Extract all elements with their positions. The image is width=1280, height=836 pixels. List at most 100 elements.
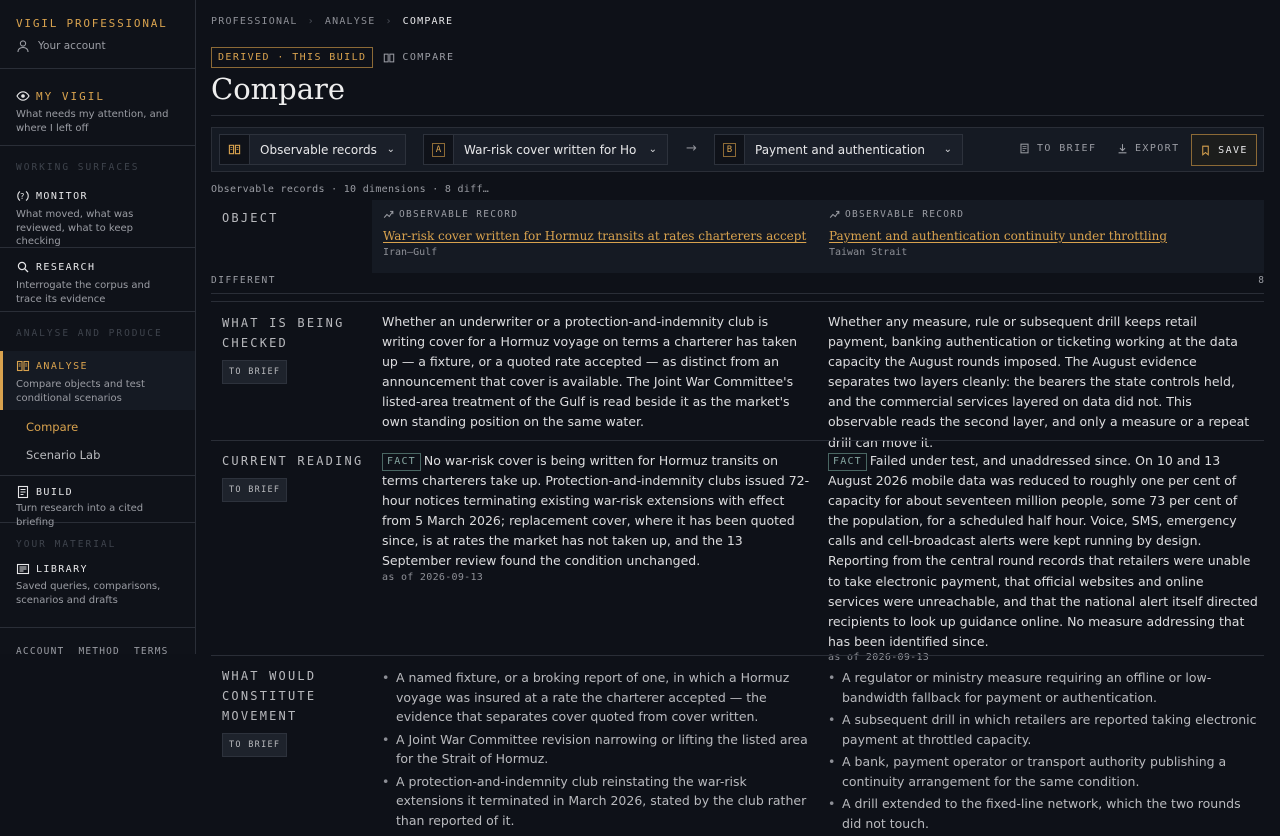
section-working-surfaces: WORKING SURFACES xyxy=(16,162,140,173)
nav-research[interactable]: RESEARCH Interrogate the corpus and trac… xyxy=(0,248,195,312)
arrow-right-icon: → xyxy=(686,141,697,156)
object-b-kind: OBSERVABLE RECORD xyxy=(845,209,965,220)
eye-icon xyxy=(16,91,30,101)
subnav-compare[interactable]: Compare xyxy=(0,413,195,441)
chevron-down-icon: ⌄ xyxy=(386,144,395,155)
footer-terms-link[interactable]: TERMS xyxy=(134,646,169,657)
nav-library[interactable]: LIBRARY Saved queries, comparisons, scen… xyxy=(0,562,195,628)
list-item: A named fixture, or a broking report of … xyxy=(382,668,812,727)
fact-badge: FACT xyxy=(382,453,421,471)
nav-research-sub: Interrogate the corpus and trace its evi… xyxy=(16,280,151,305)
page-title: Compare xyxy=(211,72,346,106)
object-b-badge: B xyxy=(722,142,737,157)
user-icon xyxy=(17,40,29,53)
library-icon xyxy=(16,563,30,575)
nav-research-label: RESEARCH xyxy=(36,261,96,273)
breadcrumb-compare: COMPARE xyxy=(402,16,454,27)
list-item: A protection-and-indemnity club reinstat… xyxy=(382,772,812,831)
breadcrumb: PROFESSIONAL › ANALYSE › COMPARE xyxy=(211,16,453,27)
account-label: Your account xyxy=(38,40,106,52)
different-group-header[interactable]: DIFFERENT 8 xyxy=(211,274,1264,294)
different-count: 8 xyxy=(1258,275,1264,286)
checked-a-text: Whether an underwriter or a protection-a… xyxy=(382,314,798,430)
list-item: A bank, payment operator or transport au… xyxy=(828,752,1258,791)
movement-a-list: A named fixture, or a broking report of … xyxy=(382,668,812,833)
nav-my-vigil-sub: What needs my attention, and where I lef… xyxy=(16,109,169,134)
breadcrumb-separator: › xyxy=(385,16,393,27)
different-label: DIFFERENT xyxy=(211,275,276,286)
object-b-select[interactable]: B Payment and authentication continuity … xyxy=(714,134,963,165)
checked-b-text: Whether any measure, rule or subsequent … xyxy=(828,314,1250,450)
title-divider xyxy=(211,115,1264,116)
nav-library-sub: Saved queries, comparisons, scenarios an… xyxy=(16,581,161,606)
nav-build-label: BUILD xyxy=(36,486,74,498)
object-a-cell: OBSERVABLE RECORD War-risk cover written… xyxy=(372,200,818,273)
dimension-label: CURRENT READING TO BRIEF xyxy=(222,451,363,502)
dimension-label: WHAT IS BEING CHECKED TO BRIEF xyxy=(222,313,345,384)
reading-b-text: Failed under test, and unaddressed since… xyxy=(828,453,1258,649)
nav-monitor[interactable]: ? MONITOR What moved, what was reviewed,… xyxy=(0,173,195,248)
object-a-select[interactable]: A War-risk cover written for Hormuz tran… xyxy=(423,134,668,165)
object-row-label: OBJECT xyxy=(222,211,279,225)
document-icon xyxy=(17,485,29,499)
header-tags: DERIVED · THIS BUILD COMPARE xyxy=(211,47,454,68)
columns-icon xyxy=(16,360,30,372)
object-b-cell: OBSERVABLE RECORD Payment and authentica… xyxy=(818,200,1264,273)
columns-icon xyxy=(228,144,241,155)
object-a-link[interactable]: War-risk cover written for Hormuz transi… xyxy=(383,229,807,243)
reading-a-text: No war-risk cover is being written for H… xyxy=(382,453,810,569)
chevron-down-icon: ⌄ xyxy=(648,144,657,155)
footer-links: ACCOUNT METHOD TERMS xyxy=(0,628,195,675)
reading-a-cell: FACT No war-risk cover is being written f… xyxy=(382,451,812,584)
object-b-link[interactable]: Payment and authentication continuity un… xyxy=(829,229,1253,243)
nav-monitor-label: MONITOR xyxy=(36,190,88,202)
nav-my-vigil-label: MY VIGIL xyxy=(36,89,105,103)
save-label: SAVE xyxy=(1218,144,1248,156)
save-button[interactable]: SAVE xyxy=(1191,134,1257,166)
object-a-badge: A xyxy=(431,142,446,157)
nav-analyse-label: ANALYSE xyxy=(36,360,88,372)
breadcrumb-analyse[interactable]: ANALYSE xyxy=(325,16,376,27)
nav-monitor-sub: What moved, what was reviewed, what to k… xyxy=(16,209,134,247)
export-button[interactable]: EXPORT xyxy=(1117,143,1180,154)
brand-name[interactable]: VIGIL PROFESSIONAL xyxy=(16,17,179,30)
dimension-row-movement: WHAT WOULD CONSTITUTE MOVEMENT TO BRIEF … xyxy=(211,655,1264,836)
nav-library-label: LIBRARY xyxy=(36,563,88,575)
movement-b-list: A regulator or ministry measure requirin… xyxy=(828,668,1258,836)
derived-badge: DERIVED · THIS BUILD xyxy=(211,47,374,68)
object-type-select[interactable]: Observable records ⌄ xyxy=(219,134,406,165)
to-brief-tag[interactable]: TO BRIEF xyxy=(222,478,288,502)
footer-method-link[interactable]: METHOD xyxy=(78,646,120,657)
columns-icon xyxy=(384,53,395,62)
dimension-label: WHAT WOULD CONSTITUTE MOVEMENT TO BRIEF xyxy=(222,666,316,757)
bookmark-icon xyxy=(1202,145,1209,156)
nav-build[interactable]: BUILD Turn research into a cited briefin… xyxy=(0,476,195,528)
trend-icon xyxy=(383,210,394,218)
object-a-value: War-risk cover written for Hormuz transi… xyxy=(464,142,636,157)
nav-my-vigil[interactable]: MY VIGIL What needs my attention, and wh… xyxy=(0,69,195,146)
object-type-value: Observable records xyxy=(260,142,377,157)
object-a-kind: OBSERVABLE RECORD xyxy=(399,209,519,220)
trend-icon xyxy=(829,210,840,218)
footer-account-link[interactable]: ACCOUNT xyxy=(16,646,64,657)
subnav-scenario-lab[interactable]: Scenario Lab xyxy=(0,441,195,469)
section-analyse-produce: ANALYSE AND PRODUCE xyxy=(16,328,163,339)
search-icon xyxy=(17,261,29,273)
reading-b-cell: FACT Failed under test, and unaddressed s… xyxy=(828,451,1258,664)
list-item: A drill extended to the fixed-line netwo… xyxy=(828,794,1258,833)
to-brief-tag[interactable]: TO BRIEF xyxy=(222,733,288,757)
comparison-summary: Observable records · 10 dimensions · 8 d… xyxy=(211,184,490,195)
to-brief-tag[interactable]: TO BRIEF xyxy=(222,360,288,384)
document-icon xyxy=(1020,143,1029,154)
object-type-badge xyxy=(220,135,250,164)
account-link[interactable]: Your account xyxy=(16,39,179,53)
nav-analyse[interactable]: ANALYSE Compare objects and test conditi… xyxy=(0,351,195,410)
list-item: A Joint War Committee revision narrowing… xyxy=(382,730,812,769)
svg-text:?: ? xyxy=(20,192,26,201)
analyse-subnav: Compare Scenario Lab xyxy=(0,410,195,476)
to-brief-button[interactable]: TO BRIEF xyxy=(1019,143,1096,154)
breadcrumb-professional[interactable]: PROFESSIONAL xyxy=(211,16,298,27)
reading-a-asof: as of 2026-09-13 xyxy=(382,571,484,583)
object-row: OBJECT OBSERVABLE RECORD War-risk cover … xyxy=(211,200,1264,273)
fact-badge: FACT xyxy=(828,453,867,471)
